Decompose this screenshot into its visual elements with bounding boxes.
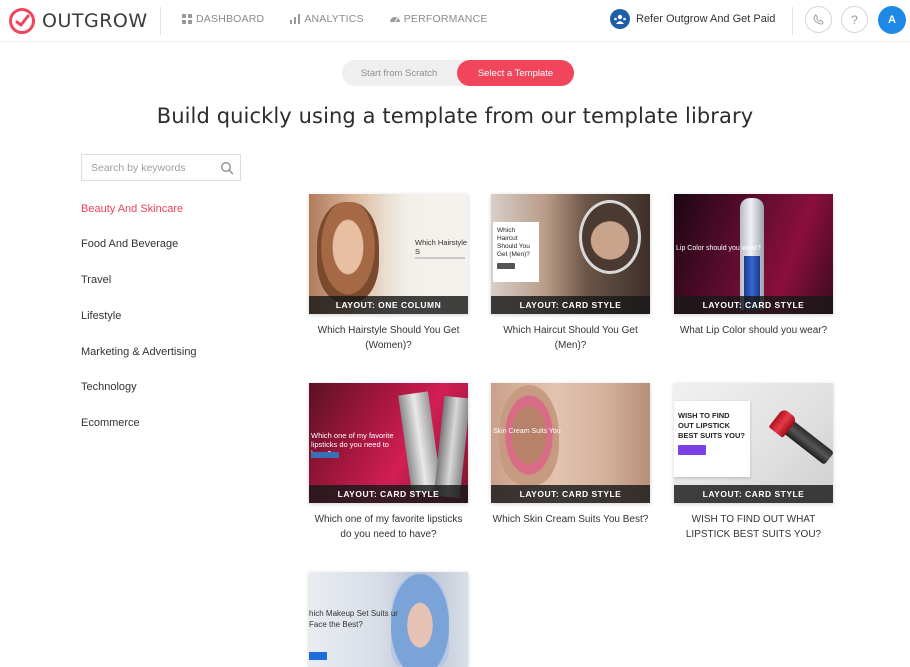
main-nav: DASHBOARD ANALYTICS PERFORMANCE [182,13,488,25]
preview-button [497,263,515,269]
phone-icon [813,14,824,25]
refer-label: Refer Outgrow And Get Paid [636,13,776,25]
search-input[interactable] [82,155,216,180]
template-thumbnail[interactable]: WISH TO FIND OUT LIPSTICK BEST SUITS YOU… [674,383,833,503]
layout-badge: LAYOUT: CARD STYLE [491,296,650,314]
category-lifestyle[interactable]: Lifestyle [81,310,121,322]
category-ecommerce[interactable]: Ecommerce [81,417,140,429]
refer-link[interactable]: Refer Outgrow And Get Paid [610,9,775,29]
nav-dashboard-label: DASHBOARD [196,13,265,25]
category-beauty-and-skincare[interactable]: Beauty And Skincare [81,203,183,215]
avatar-initial: A [888,14,896,26]
outgrow-logo[interactable]: OUTGROW [8,7,148,35]
top-bar: OUTGROW DASHBOARD ANALYTICS PERFORMANCE … [0,0,910,41]
brand-name: OUTGROW [42,10,148,32]
user-avatar[interactable]: A [878,6,906,34]
preview-card: WISH TO FIND OUT LIPSTICK BEST SUITS YOU… [674,401,750,477]
preview-button [678,445,706,455]
preview-subline [415,257,465,259]
header-divider-right [792,7,793,35]
category-marketing-and-advertising[interactable]: Marketing & Advertising [81,346,197,358]
template-card[interactable]: hich Makeup Set Suits ur Face the Best? [309,572,468,667]
category-technology[interactable]: Technology [81,381,137,393]
template-search [81,154,241,181]
category-food-and-beverage[interactable]: Food And Beverage [81,238,178,250]
template-title[interactable]: Which Hairstyle Should You Get (Women)? [309,323,468,353]
mode-toggle: Start from Scratch Select a Template [342,60,574,86]
template-thumbnail[interactable]: Skin Cream Suits You LAYOUT: CARD STYLE [491,383,650,503]
referral-icon [610,9,630,29]
template-card[interactable]: WISH TO FIND OUT LIPSTICK BEST SUITS YOU… [674,383,833,542]
phone-button[interactable] [805,6,832,33]
layout-badge: LAYOUT: CARD STYLE [674,296,833,314]
grid-icon [182,14,192,24]
outgrow-logo-icon [9,8,35,34]
template-title[interactable]: Which one of my favorite lipsticks do yo… [309,512,468,542]
template-title[interactable]: Which Skin Cream Suits You Best? [491,512,650,527]
nav-analytics-label: ANALYTICS [304,13,364,25]
header-divider [160,7,161,35]
template-card[interactable]: Skin Cream Suits You LAYOUT: CARD STYLE … [491,383,650,527]
model-portrait [317,202,379,302]
layout-badge: LAYOUT: CARD STYLE [309,485,468,503]
preview-headline: Which Hairstyle S [415,238,468,256]
category-travel[interactable]: Travel [81,274,111,286]
gauge-icon [389,17,400,23]
nav-analytics[interactable]: ANALYTICS [290,13,363,25]
template-card[interactable]: Which Haircut Should You Get (Men)? LAYO… [491,194,650,353]
bar-chart-icon [290,14,301,24]
help-icon: ? [851,12,858,27]
preview-headline: hich Makeup Set Suits ur Face the Best? [309,609,398,629]
nav-performance[interactable]: PERFORMANCE [389,13,488,25]
template-title[interactable]: What Lip Color should you wear? [674,323,833,338]
layout-badge: LAYOUT: CARD STYLE [674,485,833,503]
template-card[interactable]: Lip Color should you wear? LAYOUT: CARD … [674,194,833,338]
barber-mirror [579,200,641,274]
layout-badge: LAYOUT: ONE COLUMN [309,296,468,314]
search-icon[interactable] [220,161,234,175]
template-thumbnail[interactable]: Which Hairstyle S LAYOUT: ONE COLUMN [309,194,468,314]
preview-button [311,452,339,458]
template-thumbnail[interactable]: Which one of my favorite lipsticks do yo… [309,383,468,503]
nav-dashboard[interactable]: DASHBOARD [182,13,264,25]
start-from-scratch-option[interactable]: Start from Scratch [342,60,456,86]
template-title[interactable]: Which Haircut Should You Get (Men)? [491,323,650,353]
template-thumbnail[interactable]: Which Haircut Should You Get (Men)? LAYO… [491,194,650,314]
select-template-option[interactable]: Select a Template [457,60,574,86]
nav-performance-label: PERFORMANCE [403,13,488,25]
template-card[interactable]: Which one of my favorite lipsticks do yo… [309,383,468,542]
template-thumbnail[interactable]: Lip Color should you wear? LAYOUT: CARD … [674,194,833,314]
help-button[interactable]: ? [841,6,868,33]
preview-headline: Lip Color should you wear? [676,245,761,252]
preview-button [309,652,327,660]
preview-card: Which Haircut Should You Get (Men)? [493,222,539,282]
preview-headline: Which Haircut Should You Get (Men)? [497,227,530,258]
page-title: Build quickly using a template from our … [156,104,754,128]
template-title[interactable]: WISH TO FIND OUT WHAT LIPSTICK BEST SUIT… [674,512,833,542]
preview-headline: Skin Cream Suits You [493,428,561,435]
template-card[interactable]: Which Hairstyle S LAYOUT: ONE COLUMN Whi… [309,194,468,353]
layout-badge: LAYOUT: CARD STYLE [491,485,650,503]
preview-headline: WISH TO FIND OUT LIPSTICK BEST SUITS YOU… [678,411,745,440]
header-bottom-border [0,41,910,42]
template-thumbnail[interactable]: hich Makeup Set Suits ur Face the Best? [309,572,468,667]
